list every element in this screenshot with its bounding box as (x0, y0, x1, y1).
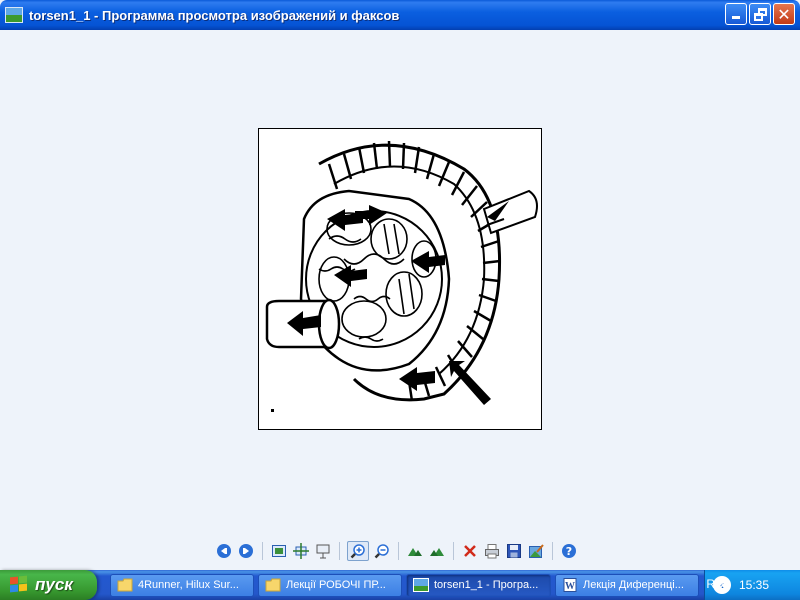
taskbar-button-lectures-folder[interactable]: Лекції РОБОЧІ ПР... (258, 573, 402, 597)
taskbar: пуск 4Runner, Hilux Sur... Лекції РОБОЧІ… (0, 570, 800, 600)
rotate-clockwise-button[interactable] (406, 542, 424, 560)
previous-image-button[interactable] (215, 542, 233, 560)
print-button[interactable] (483, 542, 501, 560)
close-icon: ✕ (777, 5, 791, 24)
help-icon: ? (562, 544, 576, 558)
delete-icon (464, 545, 476, 557)
print-icon (485, 544, 499, 559)
word-document-icon: W (563, 578, 577, 592)
folder-icon (265, 578, 281, 592)
restore-button[interactable] (749, 3, 771, 25)
displayed-image (258, 128, 542, 430)
taskbar-button-word-lecture[interactable]: W Лекція Диференці... (555, 573, 699, 597)
minimize-icon (732, 16, 740, 19)
windows-logo-icon (9, 575, 29, 594)
clock[interactable]: 15:35 (739, 578, 769, 592)
save-icon (507, 544, 521, 558)
slideshow-button[interactable] (314, 542, 332, 560)
zoom-in-button[interactable] (347, 541, 369, 561)
close-button[interactable]: ✕ (773, 3, 795, 25)
edit-icon (529, 544, 544, 558)
torsen-differential-drawing (265, 140, 538, 412)
zoom-in-icon (350, 544, 365, 559)
rotate-counterclockwise-button[interactable] (428, 542, 446, 560)
help-button[interactable]: ? (560, 542, 578, 560)
svg-text:W: W (565, 581, 575, 592)
start-label: пуск (35, 575, 73, 594)
actual-size-icon (293, 543, 309, 559)
image-viewer-area (0, 30, 800, 562)
language-indicator[interactable]: RU (702, 577, 728, 591)
minimize-button[interactable] (725, 3, 747, 25)
actual-size-button[interactable] (292, 542, 310, 560)
save-button[interactable] (505, 542, 523, 560)
delete-button[interactable] (461, 542, 479, 560)
folder-icon (117, 578, 133, 592)
image-viewer-icon (5, 7, 23, 23)
title-bar[interactable]: torsen1_1 - Программа просмотра изображе… (0, 0, 800, 30)
task-label: Лекція Диференці... (583, 579, 684, 591)
viewer-toolbar: ? (213, 541, 580, 561)
start-button[interactable]: пуск (0, 570, 97, 600)
next-icon (239, 544, 253, 558)
rotate-ccw-icon (430, 548, 444, 556)
prev-icon (217, 544, 231, 558)
next-image-button[interactable] (237, 542, 255, 560)
task-label: torsen1_1 - Програ... (434, 579, 539, 591)
svg-text:?: ? (566, 545, 572, 558)
best-fit-icon (272, 545, 286, 557)
rotate-cw-icon (408, 548, 422, 556)
zoom-out-button[interactable] (373, 542, 391, 560)
image-viewer-icon (413, 578, 429, 592)
taskbar-button-torsen-viewer[interactable]: torsen1_1 - Програ... (406, 573, 551, 597)
task-label: Лекції РОБОЧІ ПР... (286, 579, 386, 591)
best-fit-button[interactable] (270, 542, 288, 560)
taskbar-button-4runner[interactable]: 4Runner, Hilux Sur... (110, 573, 254, 597)
task-label: 4Runner, Hilux Sur... (138, 579, 239, 591)
slideshow-icon (316, 544, 330, 559)
edit-button[interactable] (527, 542, 545, 560)
zoom-out-icon (374, 544, 389, 559)
window-title: torsen1_1 - Программа просмотра изображе… (29, 7, 400, 23)
